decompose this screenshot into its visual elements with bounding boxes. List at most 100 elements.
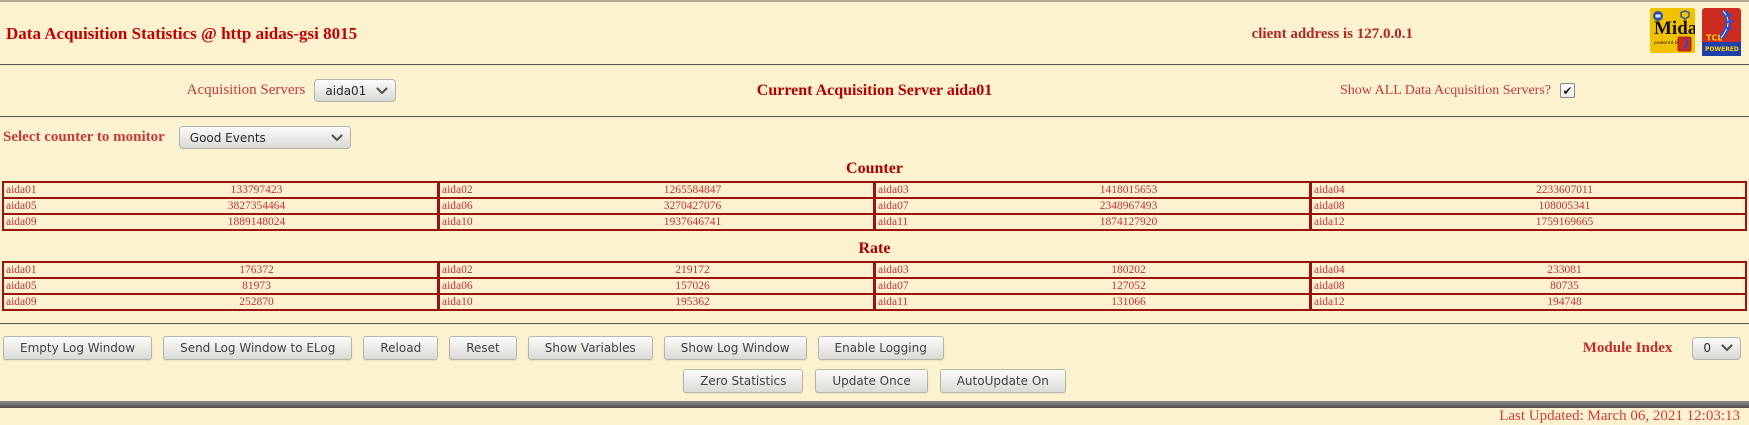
server-value: 195362	[514, 296, 871, 308]
table-row: aida01133797423aida021265584847aida03141…	[2, 181, 1747, 199]
server-cell: aida042233607011	[1309, 183, 1745, 197]
autoupdate-on-button[interactable]: AutoUpdate On	[940, 369, 1066, 393]
divider	[0, 323, 1749, 325]
chevron-down-icon	[1721, 344, 1733, 352]
counter-selected-value: Good Events	[190, 131, 266, 145]
server-name: aida11	[878, 296, 950, 308]
tcl-powered-text: POWERED	[1705, 46, 1739, 53]
server-name: aida05	[6, 200, 78, 212]
show-all-label: Show ALL Data Acquisition Servers?	[1340, 83, 1551, 99]
server-cell: aida09252870	[4, 295, 437, 309]
tcl-powered-logo-icon: TCL POWERED	[1702, 8, 1741, 56]
server-cell: aida07127052	[873, 279, 1309, 293]
chevron-down-icon	[331, 134, 343, 142]
server-cell: aida101937646741	[437, 215, 873, 229]
server-cell: aida01133797423	[4, 183, 437, 197]
update-once-button[interactable]: Update Once	[815, 369, 927, 393]
chevron-down-icon	[376, 87, 388, 95]
counter-select-row: Select counter to monitor Good Events	[0, 118, 1749, 155]
enable-logging-button[interactable]: Enable Logging	[818, 336, 944, 360]
server-name: aida03	[878, 184, 950, 196]
daq-statistics-page: { "page": { "title": "Data Acquisition S…	[0, 0, 1749, 408]
server-name: aida12	[1314, 296, 1386, 308]
check-icon: ✔	[1562, 85, 1572, 97]
server-name: aida09	[6, 216, 78, 228]
show-all-group: Show ALL Data Acquisition Servers? ✔	[1166, 83, 1749, 99]
server-name: aida10	[442, 296, 514, 308]
acquisition-server-select[interactable]: aida01	[314, 79, 396, 102]
table-row: aida053827354464aida063270427076aida0723…	[2, 199, 1747, 215]
module-index-selected-value: 0	[1703, 341, 1711, 355]
server-value: 3827354464	[78, 200, 435, 212]
server-cell: aida12194748	[1309, 295, 1745, 309]
server-cell: aida0880735	[1309, 279, 1745, 293]
server-name: aida03	[878, 264, 950, 276]
module-index-label: Module Index	[1583, 340, 1673, 357]
server-cell: aida04233081	[1309, 263, 1745, 277]
server-value: 1874127920	[950, 216, 1307, 228]
page-header: Data Acquisition Statistics @ http aidas…	[0, 2, 1749, 64]
server-value: 1418015653	[950, 184, 1307, 196]
send-log-window-to-elog-button[interactable]: Send Log Window to ELog	[163, 336, 352, 360]
show-variables-button[interactable]: Show Variables	[528, 336, 653, 360]
module-index-select[interactable]: 0	[1692, 337, 1741, 360]
server-name: aida01	[6, 264, 78, 276]
server-value: 233081	[1386, 264, 1743, 276]
show-all-checkbox[interactable]: ✔	[1560, 83, 1575, 98]
server-value: 1759169665	[1386, 216, 1743, 228]
server-value: 2348967493	[950, 200, 1307, 212]
server-value: 80735	[1386, 280, 1743, 292]
zero-statistics-button[interactable]: Zero Statistics	[683, 369, 803, 393]
server-value: 108005341	[1386, 200, 1743, 212]
midas-logo-text: Midas	[1654, 18, 1695, 39]
page-title: Data Acquisition Statistics @ http aidas…	[6, 24, 357, 44]
empty-log-window-button[interactable]: Empty Log Window	[3, 336, 152, 360]
server-name: aida01	[6, 184, 78, 196]
server-cell: aida03180202	[873, 263, 1309, 277]
server-cell: aida02219172	[437, 263, 873, 277]
server-name: aida06	[442, 280, 514, 292]
acquisition-server-selected-value: aida01	[325, 84, 366, 98]
show-log-window-button[interactable]: Show Log Window	[664, 336, 807, 360]
midas-powered-by-text: powered by	[1654, 40, 1681, 46]
server-value: 133797423	[78, 184, 435, 196]
server-cell: aida072348967493	[873, 199, 1309, 213]
client-address-text: client address is 127.0.0.1	[1252, 26, 1413, 43]
last-updated-text: Last Updated: March 06, 2021 12:03:13	[0, 408, 1740, 425]
acquisition-servers-group: Acquisition Servers aida01	[0, 79, 583, 102]
table-row: aida09252870aida10195362aida11131066aida…	[2, 295, 1747, 311]
server-value: 81973	[78, 280, 435, 292]
server-value: 252870	[78, 296, 435, 308]
reset-button[interactable]: Reset	[449, 336, 517, 360]
header-logos: Midas powered by TCL POWERED	[1650, 8, 1741, 56]
table-row: aida01176372aida02219172aida03180202aida…	[2, 261, 1747, 279]
window-bottom-edge	[0, 401, 1749, 408]
server-value: 2233607011	[1386, 184, 1743, 196]
rate-table: aida01176372aida02219172aida03180202aida…	[2, 261, 1747, 311]
server-value: 219172	[514, 264, 871, 276]
server-name: aida02	[442, 184, 514, 196]
server-name: aida07	[878, 200, 950, 212]
server-cell: aida121759169665	[1309, 215, 1745, 229]
server-value: 1937646741	[514, 216, 871, 228]
counter-monitor-select[interactable]: Good Events	[179, 126, 351, 149]
server-cell: aida021265584847	[437, 183, 873, 197]
server-name: aida12	[1314, 216, 1386, 228]
server-value: 131066	[950, 296, 1307, 308]
server-cell: aida031418015653	[873, 183, 1309, 197]
table-row: aida091889148024aida101937646741aida1118…	[2, 215, 1747, 231]
server-name: aida08	[1314, 200, 1386, 212]
server-value: 176372	[78, 264, 435, 276]
server-name: aida04	[1314, 264, 1386, 276]
server-cell: aida06157026	[437, 279, 873, 293]
server-cell: aida08108005341	[1309, 199, 1745, 213]
server-cell: aida053827354464	[4, 199, 437, 213]
server-name: aida02	[442, 264, 514, 276]
current-server-group: Current Acquisition Server aida01	[583, 82, 1166, 100]
server-name: aida08	[1314, 280, 1386, 292]
server-cell: aida10195362	[437, 295, 873, 309]
log-buttons-row: Empty Log Window Send Log Window to ELog R…	[3, 336, 1741, 360]
reload-button[interactable]: Reload	[363, 336, 438, 360]
server-cell: aida01176372	[4, 263, 437, 277]
server-value: 180202	[950, 264, 1307, 276]
